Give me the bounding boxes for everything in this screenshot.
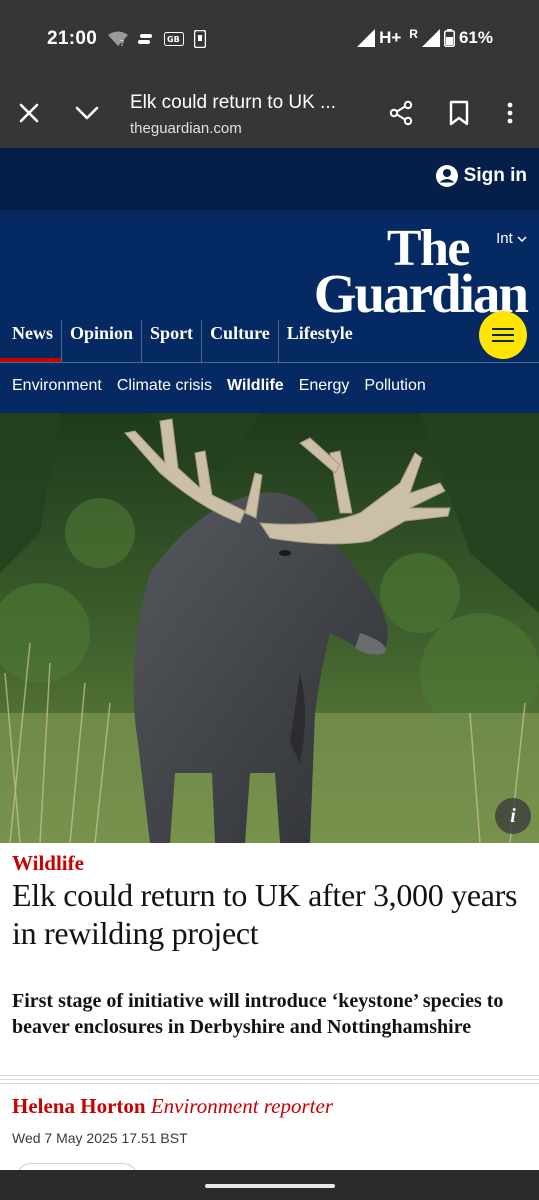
browser-toolbar: Elk could return to UK ... theguardian.c… [0,80,539,148]
status-bar: 21:00 ? GB H+ R 61% [0,0,539,80]
guardian-logo[interactable]: The Guardian [277,220,529,324]
subnav-environment[interactable]: Environment [12,377,102,395]
subnav-divider [0,362,539,363]
divider [0,1083,539,1084]
divider [0,1079,539,1080]
battery-percent: 61% [458,28,493,47]
network-type: H+ [379,28,402,47]
image-info-button[interactable]: i [495,798,531,834]
pillar-opinion[interactable]: Opinion [61,320,141,362]
signal-icon-2 [421,29,440,47]
gb-card-icon: GB [164,32,184,46]
roaming-indicator: R [409,27,418,41]
publish-date[interactable]: Wed 7 May 2025 17.51 BST [12,1130,188,1146]
menu-button[interactable] [479,311,527,359]
sign-in-label: Sign in [463,165,527,186]
tab-title: Elk could return to UK ... [130,92,336,113]
sign-in-link[interactable]: Sign in [435,165,527,187]
edition-label: Int [496,230,513,247]
bookmark-icon[interactable] [448,100,470,126]
subnav-pollution[interactable]: Pollution [364,377,425,395]
wifi-question-icon: ? [108,31,128,47]
account-icon [435,165,458,187]
article-standfirst: First stage of initiative will introduce… [12,990,504,1038]
divider [0,1075,539,1076]
data-saver-icon [138,34,152,44]
svg-text:GB: GB [167,35,180,44]
pillar-sport[interactable]: Sport [141,320,201,362]
tab-url[interactable]: theguardian.com [130,120,242,137]
author-role: Environment reporter [150,1094,333,1118]
chevron-down-icon[interactable] [72,100,102,126]
system-icons: H+ R 61% [357,27,493,48]
svg-text:?: ? [120,39,124,47]
section-kicker[interactable]: Wildlife [12,851,84,876]
pillar-lifestyle[interactable]: Lifestyle [277,320,361,362]
author-name[interactable]: Helena Horton [12,1094,146,1118]
share-icon[interactable] [388,100,414,126]
close-icon[interactable] [16,100,42,126]
logo-guardian: Guardian [313,263,529,324]
chevron-down-icon [517,236,527,243]
edition-switcher[interactable]: Int [496,230,527,247]
gesture-handle[interactable] [205,1184,335,1188]
hero-image: i [0,413,539,843]
pillar-nav: News Opinion Sport Culture Lifestyle [0,320,361,362]
pillar-news[interactable]: News [0,320,61,362]
sub-nav: Environment Climate crisis Wildlife Ener… [12,377,426,395]
signal-icon [357,29,376,47]
more-vert-icon[interactable] [500,100,520,126]
article-headline: Elk could return to UK after 3,000 years… [12,877,518,951]
phone-download-icon [194,30,206,48]
status-time: 21:00 [47,28,98,49]
elk-photo [0,413,539,843]
subnav-wildlife[interactable]: Wildlife [227,377,284,395]
notification-icons: ? GB [108,30,206,48]
guardian-top-bar: Sign in [0,148,539,210]
byline: Helena Horton Environment reporter [12,1094,333,1119]
subnav-energy[interactable]: Energy [299,377,350,395]
system-nav-bar [0,1170,539,1200]
battery-icon [443,29,455,47]
masthead: The Guardian Int News Opinion Sport Cult… [0,210,539,413]
subnav-climate-crisis[interactable]: Climate crisis [117,377,212,395]
pillar-culture[interactable]: Culture [201,320,278,362]
